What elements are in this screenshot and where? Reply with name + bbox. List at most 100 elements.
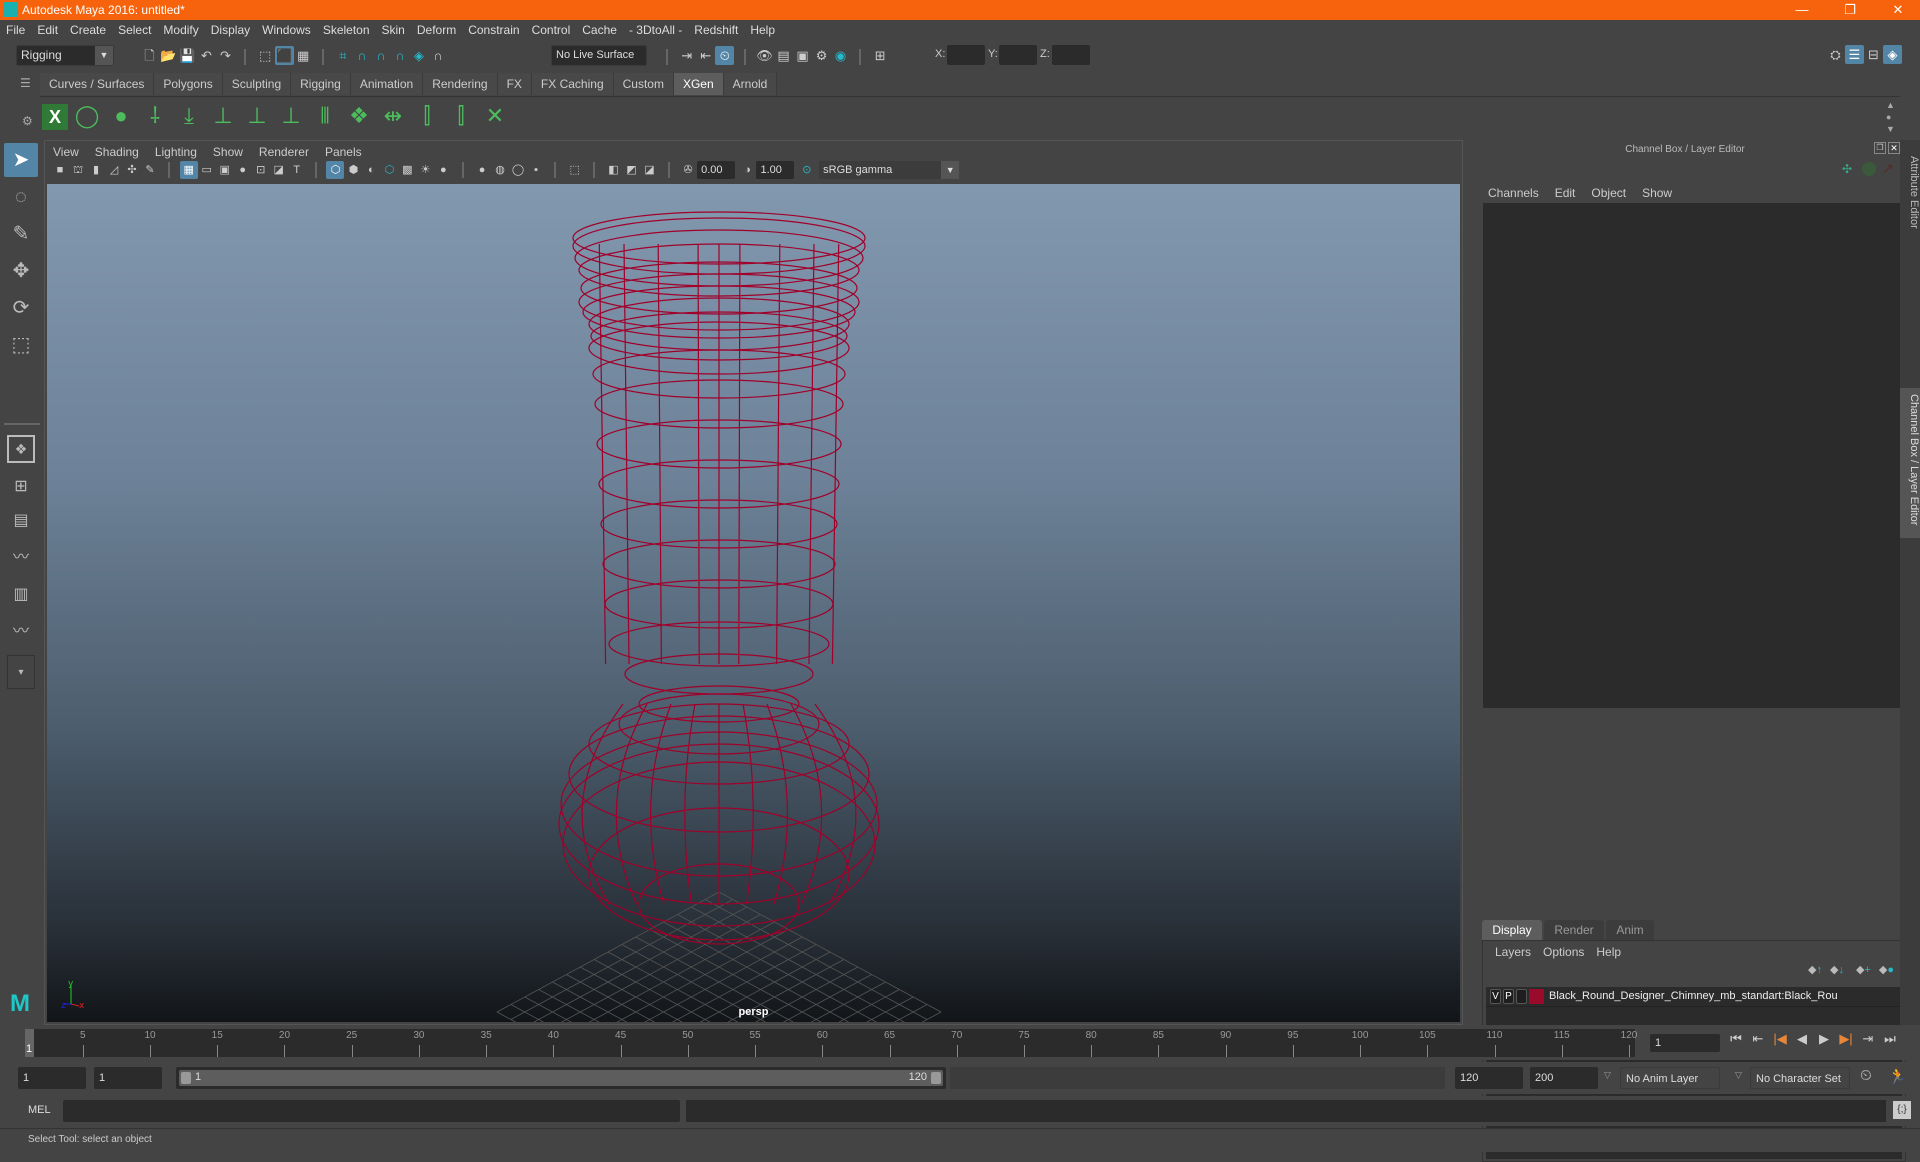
x-field[interactable] [947,45,985,65]
menu-constrain[interactable]: Constrain [462,20,525,41]
speed-icon[interactable] [1862,162,1876,176]
depth-of-field-icon[interactable]: ▪ [527,161,545,179]
play-backward-icon[interactable]: ◀ [1791,1031,1813,1047]
channel-box-tab[interactable]: Channel Box / Layer Editor [1900,388,1920,538]
more-layouts-button[interactable]: ▾ [7,655,35,689]
motion-blur-icon[interactable]: ◍ [491,161,509,179]
step-forward-key-icon[interactable]: ⇥ [1857,1031,1879,1047]
panel-menu-view[interactable]: View [45,143,87,161]
menu-control[interactable]: Control [526,20,577,41]
snap-grid-icon[interactable]: ⌗ [333,46,352,65]
xray-components-icon[interactable]: ◪ [640,161,658,179]
xgen-hide-icon[interactable]: ● [106,100,136,132]
next-key-icon[interactable]: ▶| [1835,1031,1857,1047]
lasso-tool-icon[interactable]: ◌ [4,180,38,214]
shelf-tab-rigging[interactable]: Rigging [291,73,351,95]
edit-menu[interactable]: Edit [1547,184,1584,202]
render-view-icon[interactable]: 👁 [755,46,774,65]
hypershade-layout-icon[interactable]: ▥ [4,578,38,612]
move-layer-up-icon[interactable]: ◆↑ [1808,964,1822,976]
bookmark-icon[interactable]: ▮ [87,161,105,179]
wireframe-on-shaded-icon[interactable]: ⬡ [380,161,398,179]
screen-space-ao-icon[interactable]: ● [473,161,491,179]
attribute-editor-tab[interactable]: Attribute Editor [1900,150,1920,265]
camera-icon[interactable]: ■ [51,161,69,179]
grid-icon[interactable]: ▦ [179,161,198,180]
open-scene-icon[interactable]: 📂 [159,46,178,65]
character-set-chevron-icon[interactable]: ▽ [1735,1070,1742,1081]
ipr-render-icon[interactable]: ▣ [793,46,812,65]
options-menu[interactable]: Options [1537,943,1590,961]
panel-menu-show[interactable]: Show [205,143,251,161]
2d-pan-zoom-icon[interactable]: ✣ [123,161,141,179]
range-slider-fill[interactable]: 1 120 [179,1070,943,1086]
shelf-tab-rendering[interactable]: Rendering [423,73,498,95]
snap-curve-icon[interactable]: ∩ [352,46,371,65]
layers-menu[interactable]: Layers [1489,943,1537,961]
shelf-tab-fx[interactable]: FX [497,73,532,95]
grease-pencil-icon[interactable]: ✎ [141,161,159,179]
range-slider[interactable]: 1 120 [176,1067,946,1089]
render-current-frame-icon[interactable]: ▤ [774,46,793,65]
animation-preferences-icon[interactable]: 🏃 [1888,1067,1907,1085]
exposure-icon[interactable]: ✇ [679,161,697,179]
xgen-sculpt-icon[interactable]: ⊥ [242,100,272,132]
snap-point-icon[interactable]: ∩ [371,46,390,65]
xgen-delete-icon[interactable]: ✕ [480,100,510,132]
xgen-select-icon[interactable]: ⫿ [412,100,442,132]
new-layer-selected-icon[interactable]: ◆● [1879,964,1894,976]
panel-menu-panels[interactable]: Panels [317,143,370,161]
channel-list[interactable] [1483,203,1906,708]
tab-display[interactable]: Display [1482,920,1542,940]
current-frame-field[interactable]: 1 [1650,1034,1720,1052]
close-panel-icon[interactable]: ✕ [1888,142,1900,154]
live-surface-field[interactable]: No Live Surface [551,45,647,66]
field-chart-icon[interactable]: ⊡ [252,161,270,179]
default-material-icon[interactable]: ◐ [362,161,380,179]
shelf-tab-polygons[interactable]: Polygons [154,73,223,95]
gamma-field[interactable]: 1.00 [756,161,795,179]
xgen-window-icon[interactable]: X [42,104,68,130]
character-set-dropdown[interactable]: No Character Set [1750,1067,1850,1089]
menu-redshift[interactable]: Redshift [688,20,744,41]
transform-mode-icon[interactable]: ⊞ [871,46,890,65]
resolution-gate-icon[interactable]: ▣ [216,161,234,179]
range-start-handle[interactable] [181,1072,191,1084]
persp-graph-layout-icon[interactable]: 〰 [4,615,38,649]
safe-title-icon[interactable]: T [288,161,306,179]
select-tool-icon[interactable]: ➤ [4,143,38,177]
anim-layer-chevron-icon[interactable]: ▽ [1604,1070,1611,1081]
select-object-icon[interactable]: ⬛ [274,46,294,65]
select-component-icon[interactable]: ▦ [294,46,313,65]
layer-color-swatch[interactable] [1529,989,1544,1004]
image-plane-icon[interactable]: ◿ [105,161,123,179]
panel-menu-shading[interactable]: Shading [87,143,147,161]
four-pane-layout-icon[interactable]: ⊞ [4,473,38,501]
smooth-shade-icon[interactable]: ⬢ [344,161,362,179]
xgen-flip-icon[interactable]: ⇹ [378,100,408,132]
current-time-marker[interactable]: 1 [25,1029,34,1057]
hyper-icon[interactable]: ↗ [1882,160,1894,177]
xgen-preview-icon[interactable]: ◯ [72,100,102,132]
visibility-toggle[interactable]: V [1490,989,1501,1004]
film-gate-icon[interactable]: ▭ [198,161,216,179]
auto-key-icon[interactable]: ⏲ [1860,1067,1872,1084]
shelf-tab-xgen[interactable]: XGen [673,73,724,95]
maya-home-icon[interactable]: M [4,990,36,1018]
step-back-key-icon[interactable]: ⇤ [1747,1031,1769,1047]
shelf-scroll[interactable]: ▲ ● ▼ [1886,99,1896,135]
go-to-start-icon[interactable]: ⏮ [1725,1031,1747,1047]
playback-toggle[interactable]: P [1503,989,1514,1004]
float-panel-icon[interactable]: ❐ [1874,142,1886,154]
select-hierarchy-icon[interactable]: ⬚ [256,46,275,65]
shelf-tab-fx-caching[interactable]: FX Caching [531,73,614,95]
display-type-toggle[interactable] [1516,989,1527,1004]
menu-windows[interactable]: Windows [256,20,317,41]
anim-layer-dropdown[interactable]: No Anim Layer [1620,1067,1720,1089]
camera-attributes-icon[interactable]: ⛫ [69,161,87,179]
layer-row[interactable]: V P Black_Round_Designer_Chimney_mb_stan… [1486,987,1902,1007]
xgen-groom-icon[interactable]: ❖ [344,100,374,132]
menu-edit[interactable]: Edit [31,20,64,41]
wireframe-icon[interactable]: ⬡ [326,161,345,180]
shelf-menu-icon[interactable]: ☰ [20,76,34,90]
